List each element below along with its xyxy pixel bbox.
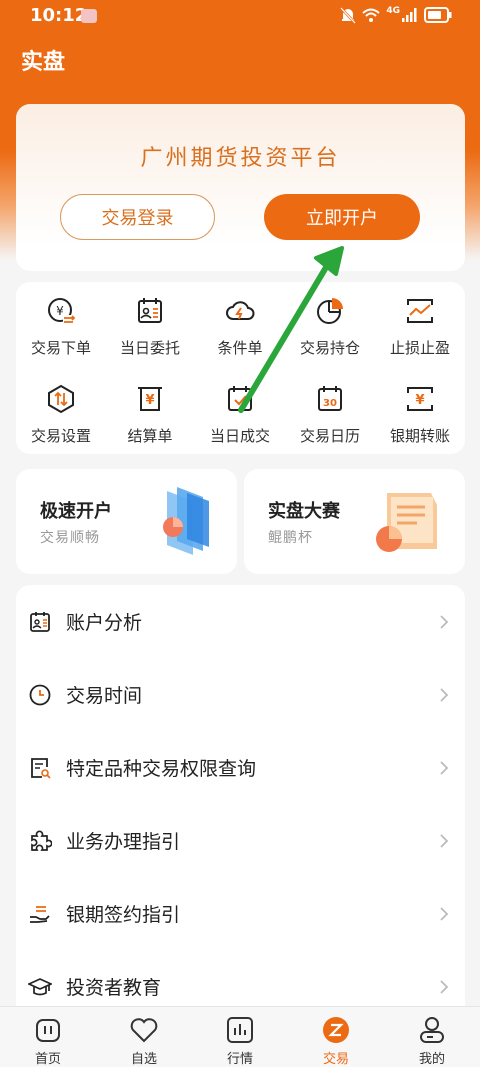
promo-title: 极速开户 [40,501,112,522]
tab-market[interactable]: 行情 [192,1007,288,1067]
grid-label: 交易下单 [30,339,91,357]
function-grid: ¥ 交易下单 当日委托 条件单 交易持仓 止损止盈 交易设置 ¥ 结算单 当日成… [16,282,465,454]
platform-title: 广州期货投资平台 [140,146,341,171]
grid-label: 结算单 [127,427,173,445]
grid-item-settlement[interactable]: ¥ 结算单 [105,372,195,452]
chevron-right-icon [440,760,449,775]
list-item-trading-hours[interactable]: 交易时间 [16,658,465,731]
promo-subtitle: 鲲鹏杯 [268,530,313,546]
bottom-tab-bar: 首页 自选 行情 交易 我的 [0,1006,480,1067]
list-item-label: 业务办理指引 [66,831,181,853]
svg-text:¥: ¥ [145,393,154,408]
chevron-right-icon [440,614,449,629]
chevron-right-icon [440,833,449,848]
grid-label: 交易日历 [299,427,360,445]
promo-live-contest[interactable]: 实盘大赛 鲲鹏杯 [244,469,465,574]
list-item-bank-signing-guide[interactable]: 银期签约指引 [16,877,465,950]
yen-exchange-icon: ¥ [48,298,76,323]
grid-label: 止损止盈 [389,339,450,357]
clock-icon [29,684,51,705]
grid-label: 当日成交 [209,427,270,445]
fast-open-illustration [163,487,209,555]
heart-icon [130,1018,158,1043]
signal-icon [402,8,417,22]
tab-watchlist[interactable]: 自选 [96,1007,192,1067]
wifi-icon [362,8,381,22]
trade-login-button[interactable]: 交易登录 [60,194,215,240]
trade-icon [323,1017,349,1043]
svg-text:¥: ¥ [415,393,424,408]
tab-label: 首页 [34,1052,61,1067]
tab-label: 自选 [130,1052,157,1067]
grid-item-place-order[interactable]: ¥ 交易下单 [16,284,106,364]
grid-label: 当日委托 [119,339,180,357]
grid-label: 银期转账 [389,427,450,445]
yen-transfer-icon: ¥ [407,387,433,411]
chevron-right-icon [440,906,449,921]
tab-label: 行情 [226,1052,253,1067]
status-bar: 10:12 4G [0,0,480,34]
tab-label: 我的 [418,1052,445,1067]
battery-icon [424,7,452,23]
status-time: 10:12 [30,5,88,26]
status-icons: 4G [340,6,452,24]
grid-item-today-deals[interactable]: 当日成交 [195,372,285,452]
puzzle-icon [31,830,52,851]
grid-item-today-orders[interactable]: 当日委托 [105,284,195,364]
tab-profile[interactable]: 我的 [384,1007,480,1067]
document-search-icon [31,757,51,779]
grid-label: 交易持仓 [299,339,360,357]
promo-title: 实盘大赛 [268,501,340,522]
bar-chart-icon [227,1017,253,1043]
list-item-business-guide[interactable]: 业务办理指引 [16,804,465,877]
mute-bell-icon [340,7,357,24]
chevron-right-icon [440,979,449,994]
grid-item-bank-transfer[interactable]: ¥ 银期转账 [375,372,465,452]
notification-app-icon [81,9,97,23]
promo-subtitle: 交易顺畅 [40,530,100,546]
grid-label: 条件单 [217,339,263,357]
trend-frame-icon [407,299,433,323]
hand-coin-icon [30,905,50,923]
calendar-30-icon: 30 [318,386,342,411]
list-item-account-analysis[interactable]: 账户分析 [16,585,465,658]
grid-label: 交易设置 [30,427,91,445]
network-label: 4G [386,6,400,16]
contest-illustration [376,493,437,552]
promo-fast-open[interactable]: 极速开户 交易顺畅 [16,469,237,574]
list-item-permission-query[interactable]: 特定品种交易权限查询 [16,731,465,804]
tab-trade[interactable]: 交易 [288,1007,384,1067]
grid-item-trade-calendar[interactable]: 30 交易日历 [285,372,375,452]
hexagon-arrows-icon [48,384,74,414]
svg-text:¥: ¥ [56,304,64,318]
open-account-button[interactable]: 立即开户 [264,194,420,240]
cloud-lightning-icon [226,301,255,320]
calendar-check-icon [228,386,252,411]
grid-item-stop-loss[interactable]: 止损止盈 [375,284,465,364]
entrust-icon [138,298,162,323]
pie-chart-icon [317,298,343,324]
yen-receipt-icon: ¥ [138,387,162,411]
grid-item-conditional-order[interactable]: 条件单 [195,284,285,364]
graduation-cap-icon [28,977,52,995]
tab-label: 交易 [322,1052,349,1067]
grid-item-trade-settings[interactable]: 交易设置 [16,372,106,452]
list-item-label: 投资者教育 [66,977,162,999]
svg-text:30: 30 [323,398,337,409]
page-title: 实盘 [21,50,66,75]
tab-home[interactable]: 首页 [0,1007,96,1067]
profile-icon [420,1017,444,1043]
account-analysis-icon [30,611,50,632]
list-item-label: 交易时间 [66,685,143,707]
home-icon [36,1019,60,1042]
platform-card: 广州期货投资平台 交易登录 立即开户 [16,104,465,271]
grid-item-positions[interactable]: 交易持仓 [285,284,375,364]
list-item-label: 账户分析 [66,612,143,634]
list-item-label: 银期签约指引 [66,904,181,926]
list-item-label: 特定品种交易权限查询 [66,758,257,780]
service-list: 账户分析 交易时间 特定品种交易权限查询 业务办理指引 银期签约指引 投资者教育 [16,585,465,1015]
chevron-right-icon [440,687,449,702]
